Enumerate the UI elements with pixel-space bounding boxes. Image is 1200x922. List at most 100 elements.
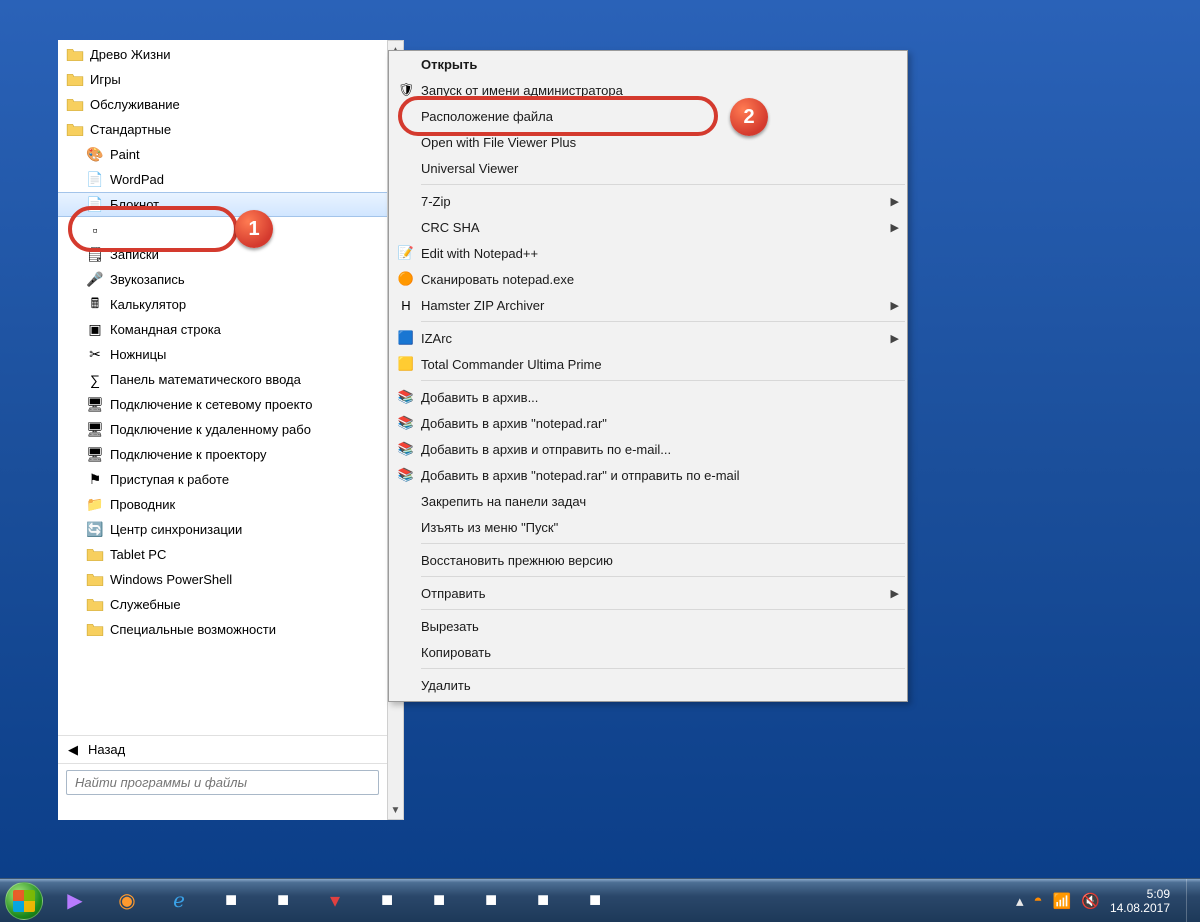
blank-icon	[393, 191, 419, 211]
context-item[interactable]: 🟠Сканировать notepad.exe	[389, 266, 907, 292]
program-item[interactable]: 🖩Калькулятор	[58, 292, 387, 317]
program-item[interactable]: ▣Командная строка	[58, 317, 387, 342]
taskbar-app-generic1[interactable]: ■	[206, 882, 256, 920]
start-menu-panel: Древо Жизни ИгрыОбслуживание Стандартные 🎨P…	[58, 40, 388, 820]
program-item[interactable]: 🔄Центр синхронизации	[58, 517, 387, 542]
context-item-label: Добавить в архив "notepad.rar" и отправи…	[421, 468, 899, 483]
program-item[interactable]: 🖥Подключение к удаленному рабо	[58, 417, 387, 442]
program-item[interactable]: Обслуживание	[58, 92, 387, 117]
blank-icon	[393, 132, 419, 152]
program-item-label: Стандартные	[90, 122, 171, 137]
program-item[interactable]: ✂Ножницы	[58, 342, 387, 367]
context-item[interactable]: Восстановить прежнюю версию	[389, 547, 907, 573]
program-item[interactable]: Специальные возможности	[58, 617, 387, 642]
back-button[interactable]: ◀ Назад	[58, 735, 387, 763]
context-item[interactable]: Отправить▶	[389, 580, 907, 606]
context-item[interactable]: Открыть	[389, 51, 907, 77]
folder-icon	[66, 96, 84, 114]
taskbar-app-generic7[interactable]: ■	[570, 882, 620, 920]
context-item-label: Hamster ZIP Archiver	[421, 298, 891, 313]
context-item[interactable]: 📚Добавить в архив и отправить по e-mail.…	[389, 436, 907, 462]
context-item[interactable]: Расположение файла	[389, 103, 907, 129]
taskbar-app-ie[interactable]: ℯ	[154, 882, 204, 920]
program-item-label: Подключение к удаленному рабо	[110, 422, 311, 437]
math-icon: ∑	[86, 371, 104, 389]
program-item[interactable]: ⚑ Приступая к работе	[58, 467, 387, 492]
program-item-label: Звукозапись	[110, 272, 185, 287]
scroll-down-icon[interactable]: ▼	[388, 801, 403, 819]
blank-icon	[393, 616, 419, 636]
flag-icon: ⚑	[86, 471, 104, 489]
taskbar-app-generic4[interactable]: ■	[414, 882, 464, 920]
start-button[interactable]	[0, 879, 48, 922]
program-item[interactable]: 📁Проводник	[58, 492, 387, 517]
context-item[interactable]: 📚Добавить в архив "notepad.rar"	[389, 410, 907, 436]
context-item[interactable]: HHamster ZIP Archiver▶	[389, 292, 907, 318]
context-item[interactable]: Вырезать	[389, 613, 907, 639]
program-item[interactable]: Windows PowerShell	[58, 567, 387, 592]
program-item[interactable]: 🗒Записки	[58, 242, 387, 267]
tray-volume-icon[interactable]: 🔇	[1081, 892, 1100, 910]
context-item-label: Вырезать	[421, 619, 899, 634]
context-item[interactable]: Копировать	[389, 639, 907, 665]
taskbar-app-red[interactable]: ▾	[310, 882, 360, 920]
search-input[interactable]	[66, 770, 379, 795]
context-separator	[421, 543, 905, 544]
snip-icon: ✂	[86, 346, 104, 364]
winrar-icon: 📚	[393, 465, 419, 485]
tray-expand-icon[interactable]: ▴	[1016, 892, 1024, 910]
system-tray: ▴ ◓ 📶 🔇 5:09 14.08.2017	[1004, 879, 1200, 922]
context-item[interactable]: CRC SHA▶	[389, 214, 907, 240]
tray-avast-icon[interactable]: ◓	[1034, 892, 1043, 909]
program-item[interactable]: ∑Панель математического ввода	[58, 367, 387, 392]
program-item-label: Командная строка	[110, 322, 221, 337]
show-desktop-button[interactable]	[1186, 879, 1196, 922]
program-item[interactable]: 🖥Подключение к сетевому проекто	[58, 392, 387, 417]
context-item[interactable]: 📚Добавить в архив...	[389, 384, 907, 410]
context-item[interactable]: Закрепить на панели задач	[389, 488, 907, 514]
folder-icon	[86, 571, 104, 589]
tray-clock[interactable]: 5:09 14.08.2017	[1110, 887, 1170, 915]
context-item-label: Копировать	[421, 645, 899, 660]
explorer-icon: 📁	[86, 496, 104, 514]
program-item[interactable]: 🖥Подключение к проектору	[58, 442, 387, 467]
context-item-label: Закрепить на панели задач	[421, 494, 899, 509]
program-item-label: Древо Жизни	[90, 47, 171, 62]
taskbar-app-generic2[interactable]: ■	[258, 882, 308, 920]
program-item[interactable]: Игры	[58, 67, 387, 92]
search-container	[58, 763, 387, 803]
context-item[interactable]: Изъять из меню "Пуск"	[389, 514, 907, 540]
context-item[interactable]: Open with File Viewer Plus	[389, 129, 907, 155]
program-item[interactable]: Древо Жизни	[58, 42, 387, 67]
program-item-label: Приступая к работе	[110, 472, 229, 487]
program-item[interactable]: Стандартные	[58, 117, 387, 142]
program-item-notepad[interactable]: 📄Блокнот	[58, 192, 387, 217]
taskbar-app-generic5[interactable]: ■	[466, 882, 516, 920]
program-item[interactable]: Tablet PC	[58, 542, 387, 567]
program-item-label: WordPad	[110, 172, 164, 187]
program-item[interactable]: 🎨Paint	[58, 142, 387, 167]
context-item[interactable]: 🟨Total Commander Ultima Prime	[389, 351, 907, 377]
taskbar-app-generic3[interactable]: ■	[362, 882, 412, 920]
program-item[interactable]: 🎤Звукозапись	[58, 267, 387, 292]
tray-network-icon[interactable]: 📶	[1053, 892, 1072, 910]
context-item[interactable]: 🛡Запуск от имени администратора	[389, 77, 907, 103]
context-item-label: Total Commander Ultima Prime	[421, 357, 899, 372]
program-item[interactable]: ▫	[58, 217, 387, 242]
taskbar-app-purple[interactable]: ▶	[50, 882, 100, 920]
context-item-label: Добавить в архив...	[421, 390, 899, 405]
program-item[interactable]: Служебные	[58, 592, 387, 617]
taskbar-app-media-player[interactable]: ◉	[102, 882, 152, 920]
blank-icon	[393, 550, 419, 570]
context-item[interactable]: 📚Добавить в архив "notepad.rar" и отправ…	[389, 462, 907, 488]
context-item[interactable]: Universal Viewer	[389, 155, 907, 181]
taskbar-app-generic6[interactable]: ■	[518, 882, 568, 920]
program-item-label: Служебные	[110, 597, 181, 612]
program-item[interactable]: 📄WordPad	[58, 167, 387, 192]
context-item[interactable]: 🟦IZArc▶	[389, 325, 907, 351]
context-item[interactable]: 📝Edit with Notepad++	[389, 240, 907, 266]
blank-icon	[393, 54, 419, 74]
context-menu: Открыть🛡Запуск от имени администратораРа…	[388, 50, 908, 702]
context-item[interactable]: 7-Zip▶	[389, 188, 907, 214]
context-item[interactable]: Удалить	[389, 672, 907, 698]
